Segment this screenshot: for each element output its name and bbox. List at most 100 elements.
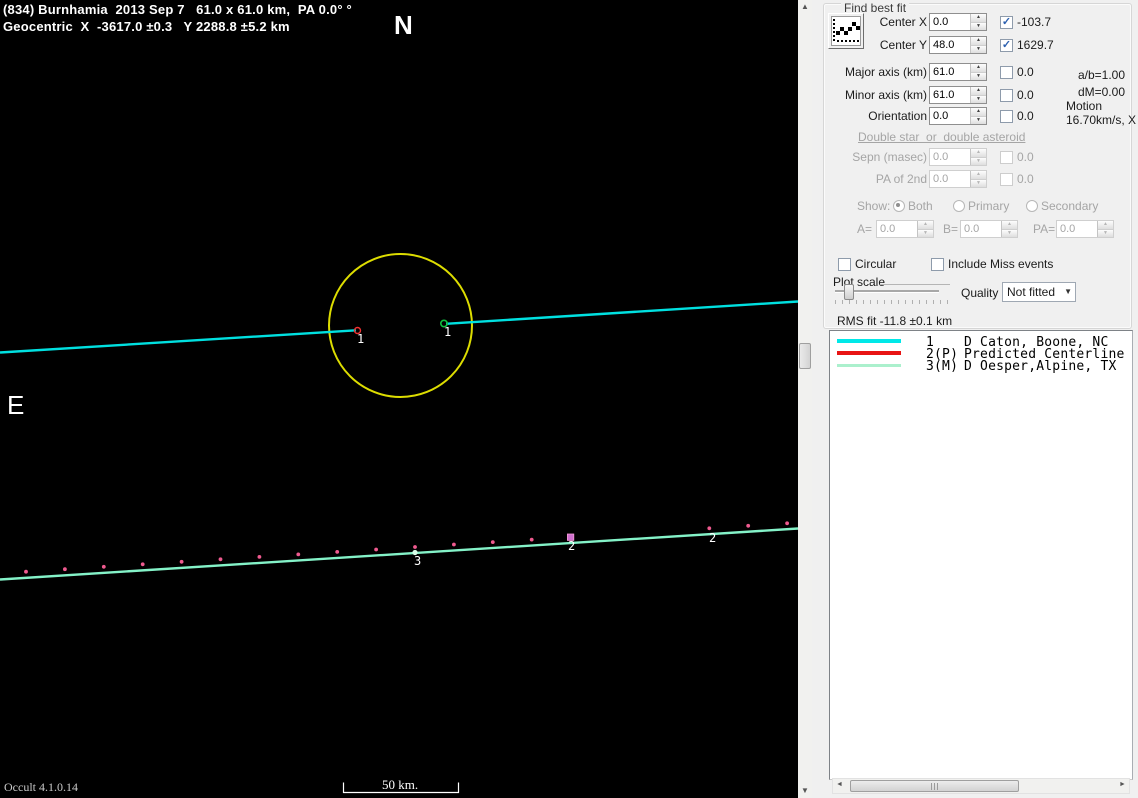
vertical-scrollbar-thumb[interactable]	[799, 343, 811, 369]
center-y-checkbox[interactable]: ✓	[1000, 39, 1013, 52]
sepn-checkbox	[1000, 151, 1013, 164]
horizontal-scrollbar-thumb[interactable]	[850, 780, 1019, 792]
center-x-spinner[interactable]: ▲ ▼	[970, 14, 986, 30]
orientation-checkbox[interactable]	[1000, 110, 1013, 123]
chord1-label-west: 1	[357, 332, 365, 346]
include-miss-checkbox[interactable]	[931, 258, 944, 271]
chord2-label-east: 2	[709, 531, 717, 545]
center-x-checkbox[interactable]: ✓	[1000, 16, 1013, 29]
legend-num: 3(M)	[926, 359, 959, 374]
plot-scale-label: Plot scale	[833, 275, 886, 289]
sepn-input: 0.0 ▲ ▼	[929, 148, 987, 166]
center-x-label: Center X	[879, 15, 927, 29]
scroll-right-icon[interactable]: ►	[1116, 779, 1129, 791]
b-spinner: ▲ ▼	[1001, 221, 1017, 237]
pa2nd-checkbox	[1000, 173, 1013, 186]
chord1-color-swatch	[837, 339, 901, 343]
a-input: 0.0 ▲ ▼	[876, 220, 934, 238]
sepn-label: Sepn (masec)	[852, 150, 927, 164]
circular-checkbox[interactable]	[838, 258, 851, 271]
double-star-heading: Double star or double asteroid	[858, 130, 1026, 144]
a-spinner: ▲ ▼	[917, 221, 933, 237]
pa-spinner: ▲ ▼	[1097, 221, 1113, 237]
orientation-spinner[interactable]: ▲ ▼	[970, 108, 986, 124]
center-x-result: -103.7	[1017, 15, 1052, 29]
center-y-input[interactable]: 48.0 ▲ ▼	[929, 36, 987, 54]
scroll-left-icon[interactable]: ◄	[833, 779, 846, 791]
major-axis-label: Major axis (km)	[844, 65, 927, 79]
plot-scale-slider-thumb[interactable]	[844, 284, 854, 300]
include-miss-label: Include Miss events	[948, 257, 1054, 271]
plot-canvas	[0, 253, 798, 794]
plot-scale-slider-ticks	[835, 300, 949, 304]
quality-dropdown[interactable]: Not fitted ▼	[1002, 282, 1076, 302]
chord2-color-swatch	[837, 351, 901, 355]
scroll-down-icon[interactable]: ▼	[798, 784, 812, 798]
major-axis-checkbox[interactable]	[1000, 66, 1013, 79]
pa2nd-result: 0.0	[1017, 172, 1034, 186]
chord1-west-segment	[0, 329, 357, 354]
chord-legend-listbox[interactable]: 1 D Caton, Boone, NC 2(P) Predicted Cent…	[829, 330, 1133, 780]
minor-axis-label: Minor axis (km)	[844, 88, 927, 102]
chord3-label: 3	[414, 554, 422, 568]
chord1-east-segment	[445, 300, 798, 325]
orientation-label: Orientation	[868, 109, 927, 123]
sepn-spinner: ▲ ▼	[970, 149, 986, 165]
motion-value: 16.70km/s, X	[1066, 113, 1137, 127]
occultation-plot[interactable]: (834) Burnhamia 2013 Sep 7 61.0 x 61.0 k…	[0, 0, 798, 798]
app-version-label: Occult 4.1.0.14	[4, 780, 78, 794]
vertical-scrollbar[interactable]: ▲ ▼	[798, 0, 812, 798]
quality-label: Quality	[961, 286, 999, 300]
chord1-label-east: 1	[444, 325, 452, 339]
radio-both	[893, 200, 905, 212]
show-label: Show:	[857, 199, 891, 213]
ab-ratio-label: a/b=1.00	[1077, 68, 1125, 82]
a-label: A=	[857, 222, 873, 236]
pa2nd-input: 0.0 ▲ ▼	[929, 170, 987, 188]
major-axis-spinner[interactable]: ▲ ▼	[970, 64, 986, 80]
occult-window: (834) Burnhamia 2013 Sep 7 61.0 x 61.0 k…	[0, 0, 1138, 798]
legend-horizontal-scrollbar[interactable]: ◄ ►	[832, 778, 1130, 794]
dropdown-arrow-icon: ▼	[1064, 287, 1072, 296]
orientation-result: 0.0	[1017, 109, 1034, 123]
radio-secondary-label: Secondary	[1041, 199, 1099, 213]
pa2nd-label: PA of 2nd	[875, 172, 927, 186]
radio-primary	[953, 200, 965, 212]
plot-title-line2: Geocentric X -3617.0 ±0.3 Y 2288.8 ±5.2 …	[3, 19, 290, 34]
center-y-spinner[interactable]: ▲ ▼	[970, 37, 986, 53]
north-label: N	[394, 10, 413, 40]
major-axis-input[interactable]: 61.0 ▲ ▼	[929, 63, 987, 81]
orientation-input[interactable]: 0.0 ▲ ▼	[929, 107, 987, 125]
minor-axis-input[interactable]: 61.0 ▲ ▼	[929, 86, 987, 104]
minor-axis-result: 0.0	[1017, 88, 1034, 102]
circular-label: Circular	[855, 257, 897, 271]
radio-secondary	[1026, 200, 1038, 212]
minor-axis-spinner[interactable]: ▲ ▼	[970, 87, 986, 103]
major-axis-result: 0.0	[1017, 65, 1034, 79]
sepn-result: 0.0	[1017, 150, 1034, 164]
b-label: B=	[943, 222, 959, 236]
scroll-up-icon[interactable]: ▲	[798, 0, 812, 14]
b-input: 0.0 ▲ ▼	[960, 220, 1018, 238]
chord3-color-swatch	[837, 364, 901, 367]
pa2nd-spinner: ▲ ▼	[970, 171, 986, 187]
pa-label: PA=	[1033, 222, 1056, 236]
radio-primary-label: Primary	[968, 199, 1010, 213]
scale-bar-label: 50 km.	[382, 777, 419, 792]
scrollbar-grip	[930, 783, 940, 790]
center-y-result: 1629.7	[1017, 38, 1054, 52]
chord2-label-mid: 2	[568, 539, 576, 553]
minor-axis-checkbox[interactable]	[1000, 89, 1013, 102]
east-label: E	[7, 390, 25, 420]
plot-title-line1: (834) Burnhamia 2013 Sep 7 61.0 x 61.0 k…	[3, 2, 352, 17]
legend-desc: D Oesper,Alpine, TX	[964, 359, 1117, 374]
fit-control-panel: Find best fit Center X 0.0 ▲ ▼ ✓ -103.7 …	[812, 0, 1138, 798]
center-y-label: Center Y	[879, 38, 927, 52]
rms-fit-label: RMS fit -11.8 ±0.1 km	[837, 314, 953, 328]
motion-label: Motion	[1066, 99, 1103, 113]
chord3-line	[0, 527, 798, 581]
center-x-input[interactable]: 0.0 ▲ ▼	[929, 13, 987, 31]
quality-value: Not fitted	[1007, 285, 1056, 299]
legend-row-3[interactable]: 3(M) D Oesper,Alpine, TX	[830, 359, 1132, 374]
pa-input: 0.0 ▲ ▼	[1056, 220, 1114, 238]
